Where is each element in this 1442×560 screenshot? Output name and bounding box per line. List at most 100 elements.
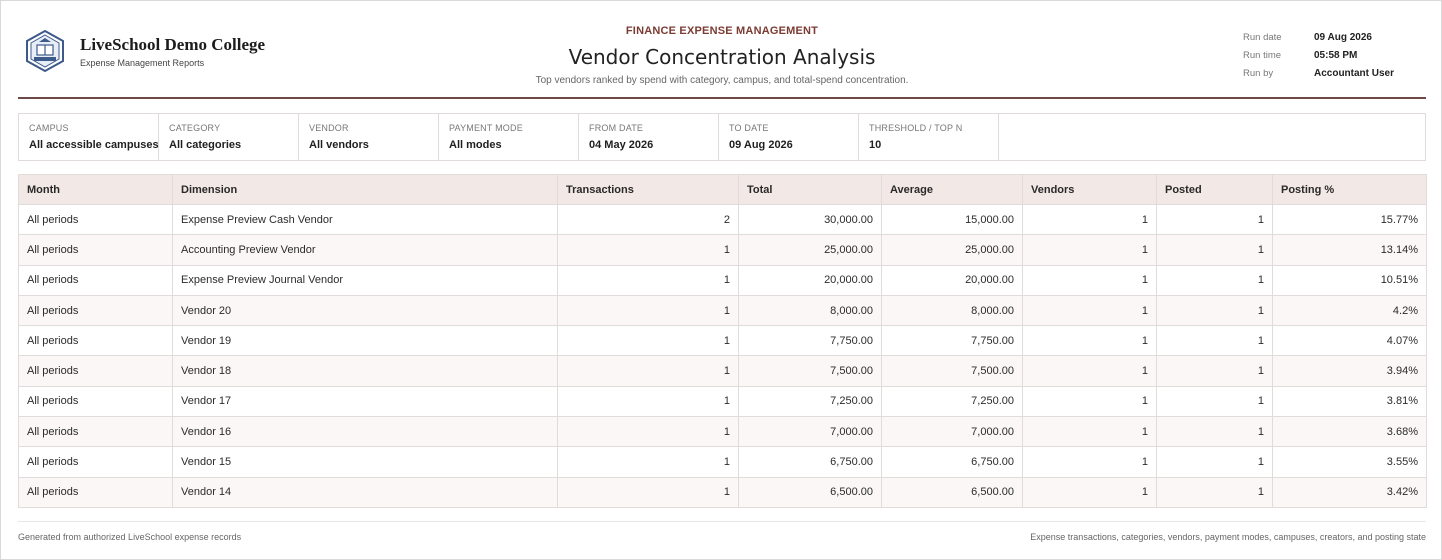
brand-block: LiveSchool Demo College Expense Manageme…	[24, 29, 265, 73]
cell-posted: 1	[1156, 325, 1273, 357]
cell-posting-percent: 4.2%	[1272, 294, 1427, 327]
filter-value: 09 Aug 2026	[729, 139, 793, 151]
filter-label: Vendor	[309, 123, 349, 133]
table-row: All periods Accounting Preview Vendor 1 25,…	[18, 234, 1427, 266]
table-row: All periods Vendor 20 1 8,000.00 8,000.00 1 1 4…	[18, 294, 1427, 327]
cell-dimension: Vendor 14	[172, 476, 558, 508]
cell-transactions: 1	[557, 416, 739, 448]
cell-total: 7,250.00	[738, 385, 882, 418]
cell-dimension: Vendor 17	[172, 385, 558, 418]
footer-right-note: Expense transactions, categories, vendor…	[1030, 532, 1426, 542]
cell-vendors: 1	[1022, 325, 1157, 357]
cell-dimension: Vendor 16	[172, 416, 558, 448]
cell-month: All periods	[18, 476, 173, 508]
cell-vendors: 1	[1022, 203, 1157, 236]
cell-total: 7,500.00	[738, 355, 882, 387]
filter-label: Category	[169, 123, 221, 133]
cell-vendors: 1	[1022, 416, 1157, 448]
cell-month: All periods	[18, 234, 173, 266]
cell-average: 7,250.00	[881, 385, 1023, 418]
table-row: All periods Vendor 17 1 7,250.00 7,250.00 1 1 3…	[18, 385, 1427, 418]
cell-transactions: 2	[557, 203, 739, 236]
meta-label: Run date	[1243, 31, 1282, 43]
cell-average: 7,750.00	[881, 325, 1023, 357]
cell-dimension: Accounting Preview Vendor	[172, 234, 558, 266]
cell-posting-percent: 3.68%	[1272, 416, 1427, 448]
cell-posted: 1	[1156, 294, 1273, 327]
report-header: LiveSchool Demo College Expense Manageme…	[18, 1, 1426, 99]
cell-posted: 1	[1156, 234, 1273, 266]
cell-average: 20,000.00	[881, 264, 1023, 296]
cell-month: All periods	[18, 385, 173, 418]
filter-category: Category All categories	[159, 114, 299, 160]
filter-vendor: Vendor All vendors	[299, 114, 439, 160]
meta-value: 09 Aug 2026	[1314, 31, 1372, 43]
page-title: Vendor Concentration Analysis	[568, 45, 876, 69]
cell-posting-percent: 3.42%	[1272, 476, 1427, 508]
cell-average: 6,750.00	[881, 446, 1023, 478]
cell-month: All periods	[18, 416, 173, 448]
filter-value: 04 May 2026	[589, 139, 654, 151]
cell-transactions: 1	[557, 476, 739, 508]
filter-value: All modes	[449, 139, 502, 151]
cell-posted: 1	[1156, 416, 1273, 448]
filter-to-date: To date 09 Aug 2026	[719, 114, 859, 160]
filter-label: Payment mode	[449, 123, 523, 133]
column-header-posting-percent: Posting %	[1272, 174, 1427, 205]
cell-average: 7,500.00	[881, 355, 1023, 387]
table-body: All periods Expense Preview Cash Vendor 2 3…	[18, 203, 1427, 508]
meta-row-run-date: Run date 09 Aug 2026	[1243, 28, 1423, 46]
filter-value: All accessible campuses	[29, 139, 159, 151]
cell-month: All periods	[18, 355, 173, 387]
column-header-vendors: Vendors	[1022, 174, 1157, 205]
cell-dimension: Vendor 18	[172, 355, 558, 387]
cell-vendors: 1	[1022, 264, 1157, 296]
cell-transactions: 1	[557, 385, 739, 418]
cell-total: 7,750.00	[738, 325, 882, 357]
cell-transactions: 1	[557, 325, 739, 357]
filter-threshold: Threshold / Top N 10	[859, 114, 999, 160]
cell-month: All periods	[18, 446, 173, 478]
cell-posted: 1	[1156, 385, 1273, 418]
cell-posting-percent: 4.07%	[1272, 325, 1427, 357]
filter-value: All vendors	[309, 139, 369, 151]
cell-posted: 1	[1156, 446, 1273, 478]
cell-vendors: 1	[1022, 385, 1157, 418]
meta-value: 05:58 PM	[1314, 49, 1358, 61]
filter-label: Threshold / Top N	[869, 123, 963, 133]
column-header-month: Month	[18, 174, 173, 205]
cell-dimension: Vendor 19	[172, 325, 558, 357]
cell-posted: 1	[1156, 264, 1273, 296]
cell-posting-percent: 15.77%	[1272, 203, 1427, 236]
cell-vendors: 1	[1022, 446, 1157, 478]
meta-row-run-by: Run by Accountant User	[1243, 64, 1423, 82]
cell-posted: 1	[1156, 476, 1273, 508]
cell-posting-percent: 3.94%	[1272, 355, 1427, 387]
cell-average: 7,000.00	[881, 416, 1023, 448]
cell-posted: 1	[1156, 355, 1273, 387]
cell-posting-percent: 13.14%	[1272, 234, 1427, 266]
column-header-total: Total	[738, 174, 882, 205]
cell-posting-percent: 3.81%	[1272, 385, 1427, 418]
table-row: All periods Vendor 15 1 6,750.00 6,750.00 1 1 3…	[18, 446, 1427, 478]
table-row: All periods Vendor 18 1 7,500.00 7,500.00 1 1 3…	[18, 355, 1427, 387]
cell-vendors: 1	[1022, 294, 1157, 327]
column-header-dimension: Dimension	[172, 174, 558, 205]
report-description: Top vendors ranked by spend with categor…	[535, 75, 909, 86]
cell-total: 8,000.00	[738, 294, 882, 327]
cell-posted: 1	[1156, 203, 1273, 236]
report-page: LiveSchool Demo College Expense Manageme…	[0, 0, 1442, 560]
vendor-table: Month Dimension Transactions Total Avera…	[18, 174, 1427, 508]
column-header-average: Average	[881, 174, 1023, 205]
table-header-row: Month Dimension Transactions Total Avera…	[18, 174, 1427, 205]
filter-from-date: From date 04 May 2026	[579, 114, 719, 160]
cell-total: 20,000.00	[738, 264, 882, 296]
table-row: All periods Expense Preview Cash Vendor 2 3…	[18, 203, 1427, 236]
filter-summary: Campus All accessible campuses Category …	[18, 113, 1426, 161]
column-header-posted: Posted	[1156, 174, 1273, 205]
filter-label: Campus	[29, 123, 69, 133]
column-header-transactions: Transactions	[557, 174, 739, 205]
college-subtitle: Expense Management Reports	[80, 57, 205, 68]
cell-month: All periods	[18, 325, 173, 357]
cell-dimension: Expense Preview Cash Vendor	[172, 203, 558, 236]
